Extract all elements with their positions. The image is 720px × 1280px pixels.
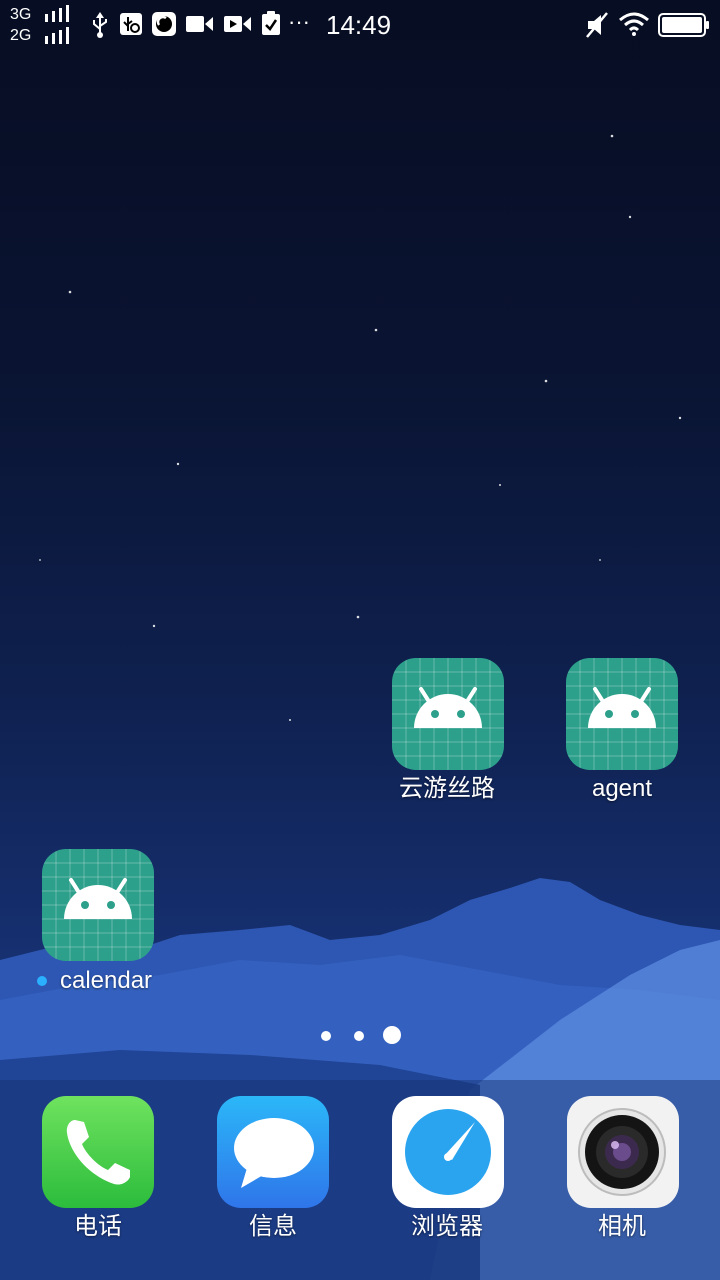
- compass-graphic: [405, 1109, 491, 1195]
- more-notifications: ···: [288, 9, 310, 34]
- network-type-2g: 2G: [10, 27, 32, 44]
- signal-bars-icon-2: [45, 27, 69, 44]
- android-icon[interactable]: [566, 658, 678, 770]
- battery-icon: [658, 13, 709, 37]
- signal-bars-icon: [45, 5, 69, 22]
- camera-lens-icon: [152, 12, 176, 36]
- video-play-icon: [224, 16, 251, 32]
- speech-bubble-graphic: [234, 1118, 314, 1188]
- page-dot-3-current[interactable]: [383, 1026, 401, 1044]
- android-icon-graphic: [566, 658, 678, 770]
- usb-icon: [93, 12, 107, 38]
- page-dot-2[interactable]: [354, 1031, 364, 1041]
- camera-icon[interactable]: [567, 1096, 679, 1208]
- status-time: 14:49: [326, 10, 392, 40]
- usb-debug-icon: [120, 13, 142, 35]
- app-label: agent: [591, 775, 653, 802]
- video-icon: [186, 16, 213, 32]
- wallpaper: [0, 134, 720, 1280]
- android-icon[interactable]: [42, 849, 154, 961]
- status-bar: 3G 2G ··· 14:49: [0, 0, 720, 50]
- app-label: 云游丝路: [399, 775, 495, 802]
- android-icon-graphic: [392, 658, 504, 770]
- android-icon-graphic: [42, 849, 154, 961]
- android-icon[interactable]: [392, 658, 504, 770]
- app-label: 电话: [74, 1213, 122, 1240]
- app-label: 浏览器: [411, 1213, 483, 1240]
- app-label: 信息: [249, 1213, 297, 1240]
- message-icon[interactable]: [217, 1096, 329, 1208]
- clipboard-check-icon: [262, 11, 280, 35]
- phone-handset-graphic: [66, 1120, 130, 1185]
- phone-icon[interactable]: [42, 1096, 154, 1208]
- camera-lens-graphic: [578, 1108, 666, 1196]
- wifi-icon: [619, 12, 649, 36]
- app-label: calendar: [59, 967, 153, 994]
- app-label: 相机: [598, 1213, 646, 1240]
- network-type-3g: 3G: [10, 6, 32, 23]
- browser-compass-icon[interactable]: [392, 1096, 504, 1208]
- page-dot-1[interactable]: [321, 1031, 331, 1041]
- mute-icon: [586, 12, 608, 38]
- signal-group: 3G 2G: [10, 4, 72, 46]
